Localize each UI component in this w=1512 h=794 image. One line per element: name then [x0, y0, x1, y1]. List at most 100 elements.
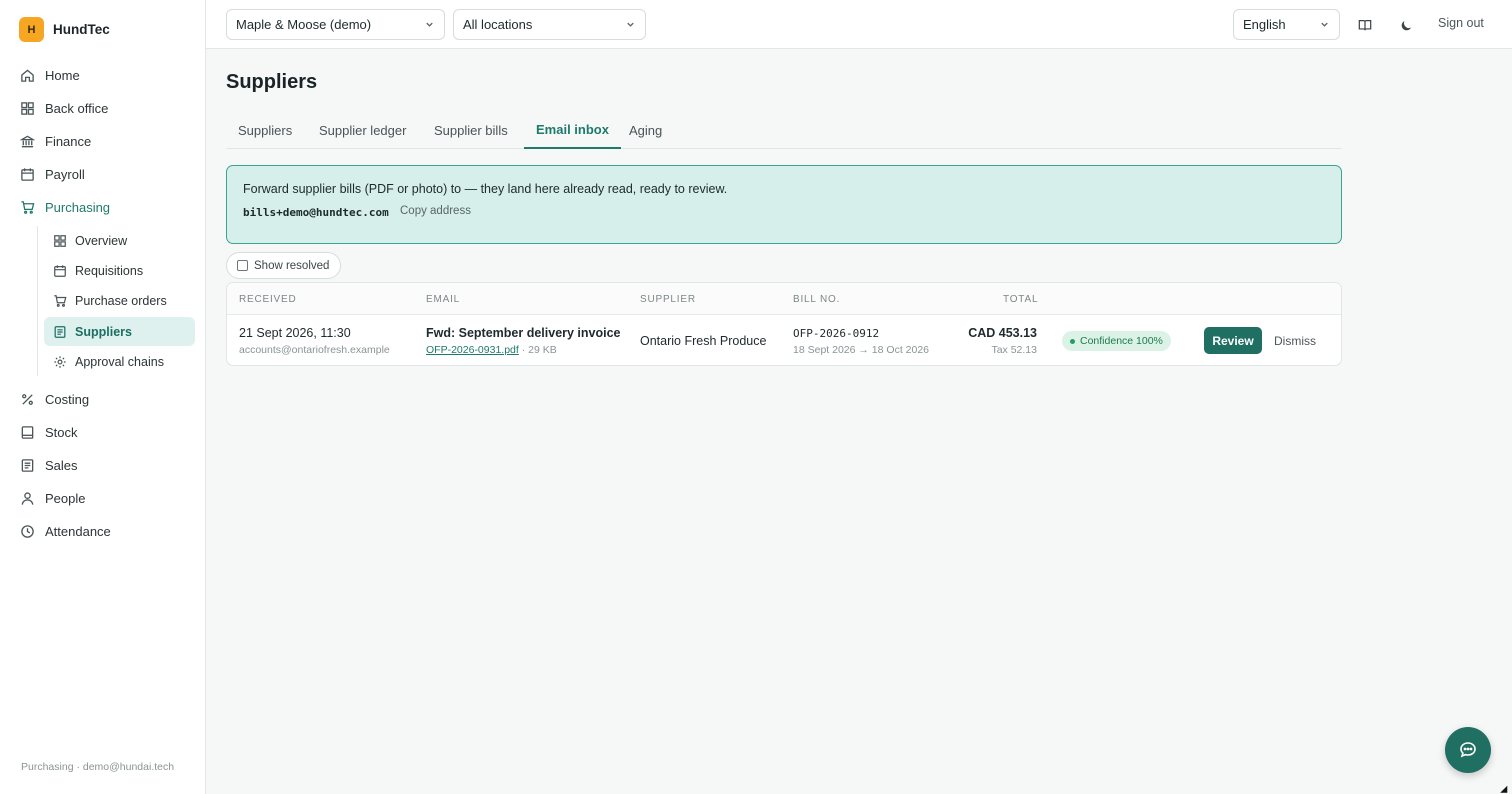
- table-header: RECEIVED EMAIL SUPPLIER BILL NO. TOTAL: [227, 283, 1341, 315]
- sidebar-item-label: Stock: [45, 424, 78, 440]
- chat-button[interactable]: [1445, 727, 1491, 773]
- attachment-size: · 29 KB: [521, 344, 557, 356]
- email-subject: Fwd: September delivery invoice: [426, 326, 621, 340]
- sidebar-subitem-approval-chains[interactable]: Approval chains: [44, 347, 195, 376]
- cart-icon: [19, 199, 35, 215]
- language-select-value: English: [1243, 17, 1286, 32]
- tab-suppliers[interactable]: Suppliers: [226, 112, 304, 149]
- copy-address-button[interactable]: Copy address: [400, 205, 471, 217]
- tab-aging[interactable]: Aging: [617, 112, 674, 149]
- column-header-email: EMAIL: [426, 294, 461, 305]
- forwarding-email-address: bills+demo@hundtec.com: [243, 206, 389, 219]
- company-select-value: Maple & Moose (demo): [236, 17, 372, 32]
- sidebar-subitem-requisitions[interactable]: Requisitions: [44, 256, 195, 285]
- calendar-icon: [52, 263, 67, 278]
- sidebar-item-stock[interactable]: Stock: [19, 417, 78, 447]
- box-icon: [19, 424, 35, 440]
- percent-icon: [19, 391, 35, 407]
- bill-dates: 18 Sept 2026 → 18 Oct 2026: [793, 344, 930, 356]
- list-icon: [19, 457, 35, 473]
- sidebar-item-label: Back office: [45, 100, 109, 116]
- sidebar-item-sales[interactable]: Sales: [19, 450, 78, 480]
- sidebar-item-purchasing[interactable]: Purchasing: [19, 192, 110, 222]
- moon-icon: [1401, 20, 1411, 30]
- sidebar-item-label: Payroll: [45, 166, 85, 182]
- column-header-received: RECEIVED: [239, 294, 297, 305]
- tab-email-inbox[interactable]: Email inbox: [524, 112, 621, 149]
- show-resolved-checkbox[interactable]: [237, 260, 248, 271]
- top-bar: Maple & Moose (demo) All locations Engli…: [206, 0, 1512, 49]
- location-select[interactable]: All locations: [453, 9, 646, 40]
- submenu-rail: [37, 226, 38, 376]
- status-dot: [1070, 338, 1075, 344]
- sidebar-item-label: Finance: [45, 133, 92, 149]
- sidebar-item-back-office[interactable]: Back office: [19, 93, 108, 123]
- company-select[interactable]: Maple & Moose (demo): [226, 9, 445, 40]
- brand-logo: H: [19, 17, 44, 42]
- banner-text: Forward supplier bills (PDF or photo) to…: [243, 182, 728, 196]
- sidebar-footer: Purchasing · demo@hundai.tech: [21, 761, 175, 773]
- sidebar-subitem-purchase-orders[interactable]: Purchase orders: [44, 286, 195, 315]
- chat-icon: [1460, 742, 1476, 758]
- tab-supplier-ledger[interactable]: Supplier ledger: [307, 112, 418, 149]
- bill-tax: Tax 52.13: [991, 344, 1037, 356]
- bill-number: OFP-2026-0912: [793, 327, 880, 340]
- chevron-down-icon: [627, 22, 634, 27]
- language-select[interactable]: English: [1233, 9, 1340, 40]
- page-title: Suppliers: [226, 71, 318, 93]
- docs-button[interactable]: [1353, 13, 1377, 37]
- sidebar-subitem-label: Approval chains: [75, 354, 164, 369]
- sidebar-subitem-label: Overview: [75, 233, 128, 248]
- email-inbox-table: RECEIVED EMAIL SUPPLIER BILL NO. TOTAL 2…: [226, 282, 1342, 366]
- sender-email: accounts@ontariofresh.example: [239, 344, 390, 356]
- cart-icon: [52, 293, 67, 308]
- sidebar-item-finance[interactable]: Finance: [19, 126, 91, 156]
- clock-icon: [19, 523, 35, 539]
- sidebar-item-label: Attendance: [45, 523, 111, 539]
- sidebar-item-label: People: [45, 490, 86, 506]
- theme-toggle-button[interactable]: [1394, 13, 1418, 37]
- sidebar-item-people[interactable]: People: [19, 483, 85, 513]
- grid-icon: [19, 100, 35, 116]
- grid-icon: [52, 233, 67, 248]
- sidebar-subitem-overview[interactable]: Overview: [44, 226, 195, 255]
- person-icon: [19, 490, 35, 506]
- mouse-cursor: [1500, 785, 1511, 794]
- sidebar-subitem-label: Requisitions: [75, 263, 144, 278]
- tab-bar: Suppliers Supplier ledger Supplier bills…: [226, 112, 1342, 149]
- sign-out-link[interactable]: Sign out: [1438, 16, 1484, 30]
- chevron-down-icon: [1321, 22, 1328, 27]
- sidebar-item-costing[interactable]: Costing: [19, 384, 89, 414]
- review-button[interactable]: Review: [1204, 327, 1262, 354]
- confidence-label: Confidence 100%: [1080, 335, 1163, 347]
- tab-supplier-bills[interactable]: Supplier bills: [422, 112, 520, 149]
- sidebar-item-payroll[interactable]: Payroll: [19, 159, 85, 189]
- confidence-badge: Confidence 100%: [1062, 331, 1171, 351]
- sidebar-item-attendance[interactable]: Attendance: [19, 516, 111, 546]
- supplier-name: Ontario Fresh Produce: [640, 334, 767, 348]
- location-select-value: All locations: [463, 17, 533, 32]
- gear-icon: [52, 354, 67, 369]
- chevron-down-icon: [426, 22, 433, 27]
- sidebar-item-label: Purchasing: [45, 199, 111, 215]
- attachment-info: OFP-2026-0931.pdf · 29 KB: [426, 344, 557, 356]
- sidebar-item-label: Sales: [45, 457, 78, 473]
- column-header-total: TOTAL: [1003, 294, 1039, 305]
- sidebar-subitem-label: Suppliers: [75, 324, 132, 339]
- home-icon: [19, 67, 35, 83]
- list-icon: [52, 324, 67, 339]
- brand-name: HundTec: [53, 22, 110, 37]
- brand[interactable]: H HundTec: [19, 17, 110, 42]
- received-datetime: 21 Sept 2026, 11:30: [239, 326, 351, 340]
- bill-total: CAD 453.13: [968, 326, 1037, 340]
- sidebar-subitem-label: Purchase orders: [75, 293, 167, 308]
- attachment-link[interactable]: OFP-2026-0931.pdf: [426, 344, 519, 356]
- sidebar-item-home[interactable]: Home: [19, 60, 80, 90]
- sidebar-item-label: Home: [45, 67, 80, 83]
- dismiss-button[interactable]: Dismiss: [1274, 334, 1316, 348]
- bank-icon: [19, 133, 35, 149]
- column-header-supplier: SUPPLIER: [640, 294, 696, 305]
- show-resolved-toggle[interactable]: Show resolved: [226, 252, 342, 279]
- sidebar-subitem-suppliers[interactable]: Suppliers: [44, 317, 195, 346]
- show-resolved-label: Show resolved: [254, 259, 330, 272]
